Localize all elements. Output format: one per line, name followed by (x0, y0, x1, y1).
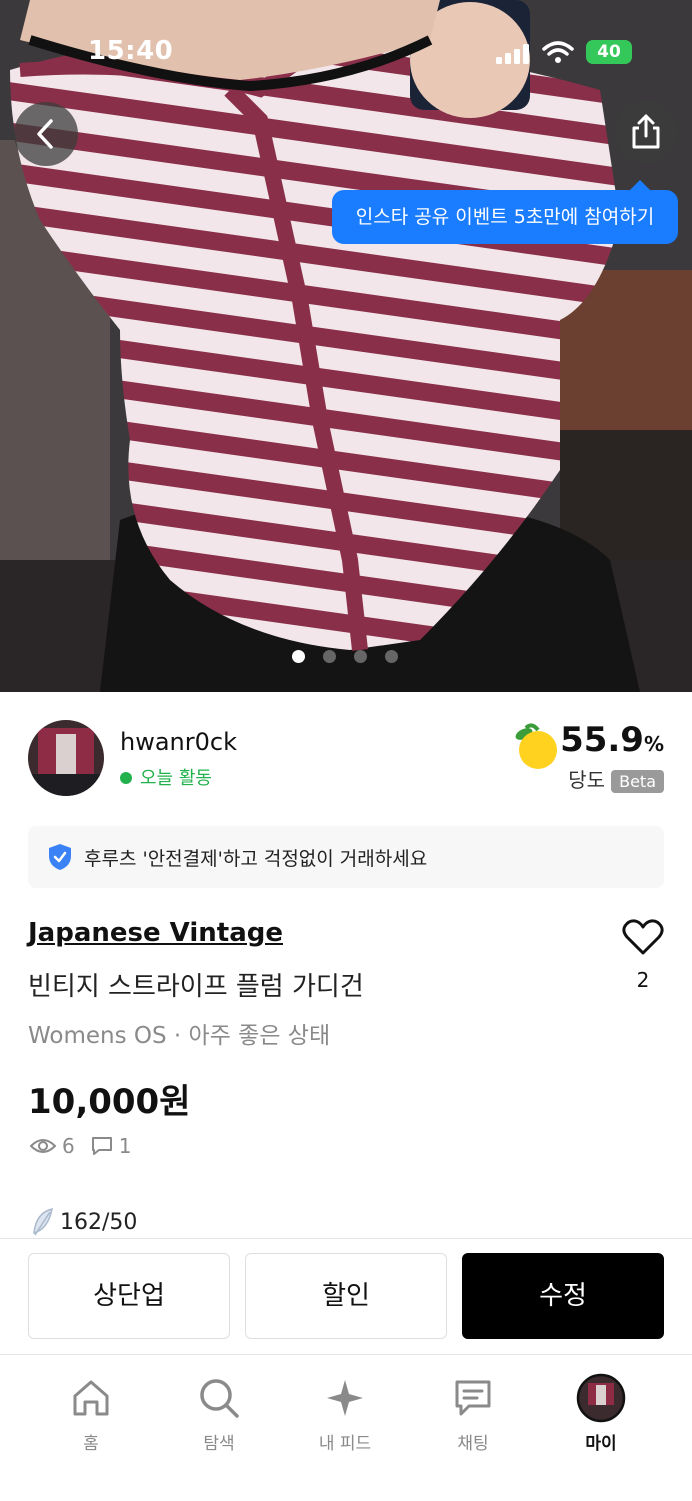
carousel-dot[interactable] (354, 650, 367, 663)
product-price: 10,000원 (28, 1082, 191, 1122)
chevron-left-icon (37, 119, 53, 149)
view-count: 6 (62, 1134, 75, 1158)
score-unit: % (643, 732, 664, 756)
safe-payment-notice[interactable]: 후루츠 '안전결제'하고 걱정없이 거래하세요 (28, 826, 664, 888)
sparkle-icon (327, 1380, 363, 1416)
tab-my[interactable]: 마이 (546, 1373, 656, 1454)
seller-info[interactable]: hwanr0ck 오늘 활동 55.9% 당도 Beta (28, 720, 664, 800)
like-count: 2 (636, 968, 650, 992)
tab-explore[interactable]: 탐색 (164, 1373, 274, 1454)
fruit-score-icon (515, 723, 557, 769)
seller-score[interactable]: 55.9% 당도 Beta (560, 720, 664, 793)
bottom-tab-bar: 홈 탐색 내 피드 채팅 마이 (0, 1354, 692, 1501)
product-title: 빈티지 스트라이프 플럼 가디건 (28, 972, 364, 1002)
status-time: 15:40 (88, 36, 174, 66)
carousel-dot[interactable] (385, 650, 398, 663)
chat-icon (455, 1380, 491, 1416)
edit-button[interactable]: 수정 (462, 1253, 664, 1339)
tab-my-label: 마이 (585, 1434, 617, 1454)
discount-button[interactable]: 할인 (245, 1253, 447, 1339)
product-condition: Womens OS · 아주 좋은 상태 (28, 1023, 331, 1049)
tab-my-feed-label: 내 피드 (318, 1434, 372, 1454)
bump-button[interactable]: 상단업 (28, 1253, 230, 1339)
profile-avatar-icon (576, 1373, 626, 1423)
score-label: 당도 (568, 768, 606, 792)
comment-count: 1 (118, 1134, 132, 1158)
seller-avatar[interactable] (28, 720, 104, 796)
tab-my-feed[interactable]: 내 피드 (290, 1373, 400, 1454)
seller-score-badge: 162/50 (30, 1207, 137, 1237)
like-button[interactable]: 2 (620, 918, 666, 992)
home-icon (73, 1380, 109, 1416)
safe-payment-text: 후루츠 '안전결제'하고 걱정없이 거래하세요 (84, 848, 428, 870)
eye-icon (30, 1139, 56, 1153)
seller-score-text: 162/50 (60, 1209, 138, 1235)
tab-home-label: 홈 (83, 1434, 99, 1454)
battery-level: 40 (597, 42, 621, 62)
tab-home[interactable]: 홈 (36, 1373, 146, 1454)
wifi-icon (542, 41, 574, 63)
tab-chat-label: 채팅 (457, 1434, 489, 1454)
product-photo-illustration (0, 0, 692, 692)
carousel-dot[interactable] (292, 650, 305, 663)
product-stats: 6 1 (30, 1134, 131, 1158)
status-bar: 15:40 40 (0, 36, 692, 70)
carousel-indicator (292, 650, 398, 663)
feather-icon (33, 1207, 53, 1236)
online-dot-icon (120, 772, 132, 784)
beta-badge: Beta (611, 770, 664, 793)
cellular-signal-icon (496, 44, 529, 64)
action-bar: 상단업 할인 수정 (0, 1238, 692, 1355)
tab-explore-label: 탐색 (203, 1434, 235, 1454)
seller-name[interactable]: hwanr0ck (120, 728, 237, 756)
shield-check-icon (49, 844, 71, 870)
carousel-dot[interactable] (323, 650, 336, 663)
comment-icon (91, 1137, 112, 1155)
seller-activity-label: 오늘 활동 (140, 768, 212, 789)
score-value: 55.9 (560, 720, 644, 760)
product-photo[interactable]: 15:40 40 인스타 공유 이벤트 5초만에 참여하기 (0, 0, 692, 692)
product-brand-link[interactable]: Japanese Vintage (28, 918, 283, 948)
share-button[interactable] (614, 100, 678, 164)
heart-icon (622, 919, 664, 955)
tab-chat[interactable]: 채팅 (418, 1373, 528, 1454)
share-icon (632, 114, 660, 149)
battery-indicator: 40 (586, 40, 632, 64)
seller-activity: 오늘 활동 (120, 764, 212, 790)
search-icon (200, 1379, 239, 1418)
back-button[interactable] (14, 102, 78, 166)
avatar-image (28, 720, 104, 796)
share-event-tooltip[interactable]: 인스타 공유 이벤트 5초만에 참여하기 (332, 180, 678, 244)
